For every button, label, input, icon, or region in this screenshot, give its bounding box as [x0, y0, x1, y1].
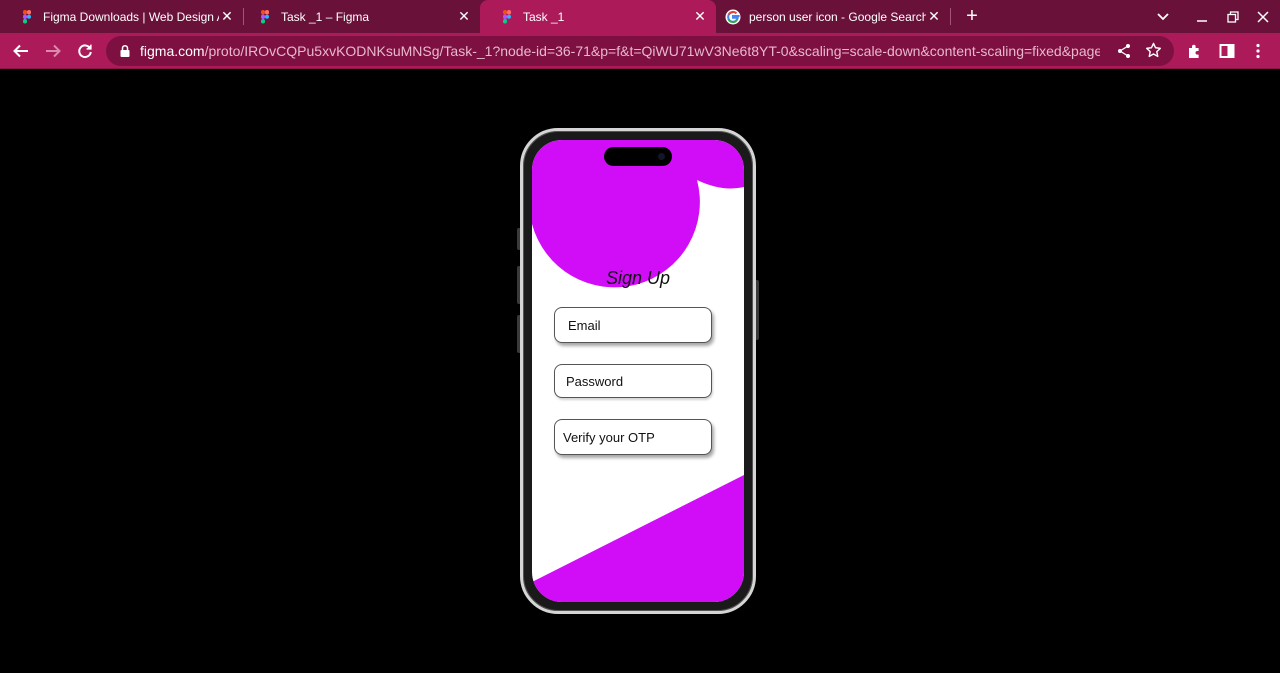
- close-icon[interactable]: ✕: [219, 8, 235, 25]
- back-button[interactable]: [8, 38, 34, 64]
- otp-field[interactable]: Verify your OTP: [554, 419, 712, 455]
- tab-figma-downloads[interactable]: Figma Downloads | Web Design A ✕: [0, 0, 243, 33]
- close-icon[interactable]: ✕: [456, 8, 472, 25]
- password-field[interactable]: Password: [554, 364, 712, 398]
- otp-field-label: Verify your OTP: [563, 429, 655, 445]
- close-window-icon[interactable]: [1247, 0, 1279, 33]
- bookmark-star-icon[interactable]: [1145, 42, 1162, 59]
- figma-icon: [23, 9, 31, 23]
- address-bar[interactable]: figma.com/proto/IROvCQPu5xvKODNKsuMNSg/T…: [106, 36, 1174, 66]
- url-host: figma.com: [140, 43, 205, 59]
- password-field-label: Password: [566, 373, 624, 389]
- browser-toolbar: figma.com/proto/IROvCQPu5xvKODNKsuMNSg/T…: [0, 33, 1280, 69]
- url-path: /proto/IROvCQPu5xvKODNKsuMNSg/Task-_1?no…: [204, 43, 1100, 59]
- tab-separator: [950, 8, 951, 25]
- menu-kebab-icon[interactable]: [1247, 40, 1269, 62]
- close-icon[interactable]: ✕: [926, 8, 942, 25]
- figma-icon: [261, 9, 269, 23]
- page-title: Sign Up: [605, 268, 671, 288]
- camera-icon: [658, 153, 665, 160]
- url-text: figma.com/proto/IROvCQPu5xvKODNKsuMNSg/T…: [140, 43, 1100, 59]
- share-icon[interactable]: [1116, 43, 1132, 59]
- tab-task1-figma[interactable]: Task _1 – Figma ✕: [238, 0, 480, 33]
- figma-icon: [503, 9, 511, 23]
- reload-button[interactable]: [72, 38, 98, 64]
- arrow-right-icon: [46, 44, 61, 58]
- restore-icon[interactable]: [1217, 0, 1249, 33]
- new-tab-button[interactable]: +: [960, 4, 984, 28]
- tab-google-search[interactable]: person user icon - Google Search ✕: [706, 0, 950, 33]
- tab-task1-active[interactable]: Task _1 ✕: [480, 0, 716, 33]
- tab-search-chevron-down-icon[interactable]: [1147, 0, 1179, 33]
- tab-title: person user icon - Google Search: [749, 9, 926, 24]
- extensions-puzzle-icon[interactable]: [1184, 40, 1206, 62]
- minimize-icon[interactable]: [1186, 0, 1218, 33]
- prototype-canvas: Sign Up Email Password Verify your OTP: [0, 70, 1280, 673]
- reload-icon: [78, 44, 92, 58]
- tab-strip: Figma Downloads | Web Design A ✕ Task _1…: [0, 0, 1280, 33]
- forward-button[interactable]: [40, 38, 66, 64]
- dynamic-island: [604, 147, 672, 166]
- arrow-left-icon: [13, 44, 28, 58]
- tab-title: Figma Downloads | Web Design A: [43, 9, 219, 24]
- lock-icon: [120, 44, 130, 57]
- email-field[interactable]: Email: [554, 307, 712, 343]
- side-panel-icon[interactable]: [1216, 40, 1238, 62]
- tab-title: Task _1: [523, 9, 565, 24]
- bottom-wedge-shape: [532, 475, 744, 602]
- phone-frame: Sign Up Email Password Verify your OTP: [520, 128, 756, 614]
- google-icon: [725, 9, 741, 24]
- phone-screen: Sign Up Email Password Verify your OTP: [532, 140, 744, 602]
- tab-title: Task _1 – Figma: [281, 9, 370, 24]
- email-field-label: Email: [568, 317, 601, 333]
